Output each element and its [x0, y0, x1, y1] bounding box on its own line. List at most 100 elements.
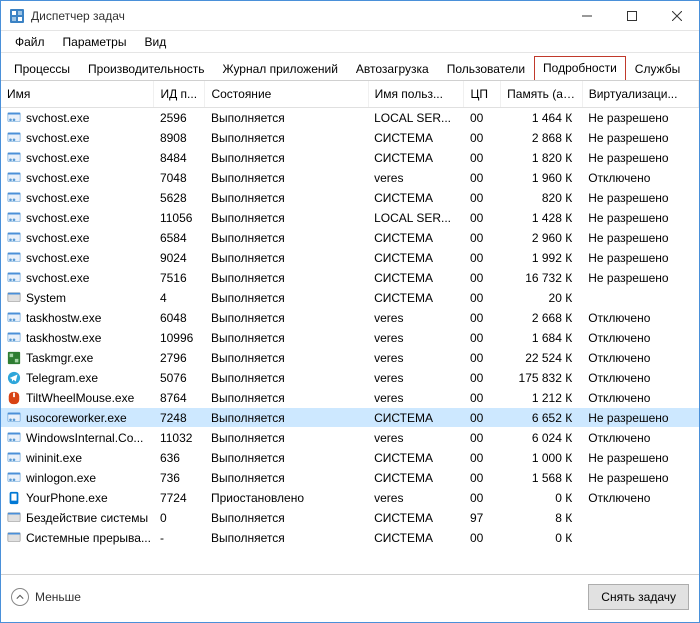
menu-view[interactable]: Вид [136, 33, 174, 51]
cell-user: LOCAL SER... [368, 108, 464, 128]
process-name: svchost.exe [26, 171, 89, 185]
fewer-details-button[interactable]: Меньше [11, 588, 81, 606]
cell-virt: Отключено [582, 168, 698, 188]
cell-state: Выполняется [205, 248, 368, 268]
process-icon [7, 451, 21, 465]
end-task-button[interactable]: Снять задачу [588, 584, 689, 610]
cell-virt: Не разрешено [582, 448, 698, 468]
process-name: svchost.exe [26, 151, 89, 165]
table-row[interactable]: svchost.exe5628ВыполняетсяСИСТЕМА00820 К… [1, 188, 699, 208]
cell-pid: 736 [154, 468, 205, 488]
cell-mem: 0 К [501, 528, 583, 548]
tab-services[interactable]: Службы [626, 57, 689, 81]
cell-cpu: 00 [464, 408, 501, 428]
cell-virt: Не разрешено [582, 268, 698, 288]
tab-strip: Процессы Производительность Журнал прило… [1, 53, 699, 81]
cell-mem: 2 960 К [501, 228, 583, 248]
col-mem[interactable]: Память (ак... [501, 81, 583, 108]
cell-pid: 7724 [154, 488, 205, 508]
table-row[interactable]: Telegram.exe5076Выполняетсяveres00175 83… [1, 368, 699, 388]
cell-cpu: 00 [464, 188, 501, 208]
cell-cpu: 00 [464, 348, 501, 368]
process-name: svchost.exe [26, 111, 89, 125]
cell-pid: 2596 [154, 108, 205, 128]
process-name: winlogon.exe [26, 471, 96, 485]
cell-virt: Не разрешено [582, 108, 698, 128]
cell-user: СИСТЕМА [368, 268, 464, 288]
menubar: Файл Параметры Вид [1, 31, 699, 53]
col-pid[interactable]: ИД п... [154, 81, 205, 108]
cell-cpu: 00 [464, 428, 501, 448]
process-icon [7, 271, 21, 285]
process-icon [7, 531, 21, 545]
cell-state: Выполняется [205, 428, 368, 448]
process-icon [7, 151, 21, 165]
table-row[interactable]: svchost.exe7516ВыполняетсяСИСТЕМА0016 73… [1, 268, 699, 288]
cell-mem: 820 К [501, 188, 583, 208]
cell-cpu: 00 [464, 448, 501, 468]
cell-state: Выполняется [205, 328, 368, 348]
table-row[interactable]: svchost.exe9024ВыполняетсяСИСТЕМА001 992… [1, 248, 699, 268]
window-controls [564, 1, 699, 30]
col-state[interactable]: Состояние [205, 81, 368, 108]
table-row[interactable]: Taskmgr.exe2796Выполняетсяveres0022 524 … [1, 348, 699, 368]
cell-state: Выполняется [205, 108, 368, 128]
table-row[interactable]: taskhostw.exe6048Выполняетсяveres002 668… [1, 308, 699, 328]
table-row[interactable]: svchost.exe6584ВыполняетсяСИСТЕМА002 960… [1, 228, 699, 248]
process-name: Telegram.exe [26, 371, 98, 385]
cell-pid: 6048 [154, 308, 205, 328]
tab-users[interactable]: Пользователи [438, 57, 534, 81]
cell-virt: Не разрешено [582, 188, 698, 208]
maximize-button[interactable] [609, 1, 654, 31]
table-row[interactable]: svchost.exe8908ВыполняетсяСИСТЕМА002 868… [1, 128, 699, 148]
cell-state: Выполняется [205, 188, 368, 208]
cell-state: Выполняется [205, 348, 368, 368]
cell-user: veres [368, 488, 464, 508]
cell-mem: 16 732 К [501, 268, 583, 288]
process-name: svchost.exe [26, 251, 89, 265]
table-row[interactable]: svchost.exe2596ВыполняетсяLOCAL SER...00… [1, 108, 699, 128]
cell-pid: 2796 [154, 348, 205, 368]
table-row[interactable]: winlogon.exe736ВыполняетсяСИСТЕМА001 568… [1, 468, 699, 488]
menu-options[interactable]: Параметры [55, 33, 135, 51]
cell-mem: 6 024 К [501, 428, 583, 448]
cell-cpu: 00 [464, 248, 501, 268]
close-button[interactable] [654, 1, 699, 31]
table-row[interactable]: wininit.exe636ВыполняетсяСИСТЕМА001 000 … [1, 448, 699, 468]
table-row[interactable]: YourPhone.exe7724Приостановленоveres000 … [1, 488, 699, 508]
cell-state: Выполняется [205, 448, 368, 468]
cell-mem: 1 992 К [501, 248, 583, 268]
cell-state: Выполняется [205, 368, 368, 388]
tab-processes[interactable]: Процессы [5, 57, 79, 81]
table-row[interactable]: svchost.exe11056ВыполняетсяLOCAL SER...0… [1, 208, 699, 228]
cell-pid: 636 [154, 448, 205, 468]
tab-app-history[interactable]: Журнал приложений [214, 57, 347, 81]
table-row[interactable]: svchost.exe8484ВыполняетсяСИСТЕМА001 820… [1, 148, 699, 168]
table-row[interactable]: WindowsInternal.Co...11032Выполняетсяver… [1, 428, 699, 448]
table-row[interactable]: svchost.exe7048Выполняетсяveres001 960 К… [1, 168, 699, 188]
process-name: taskhostw.exe [26, 331, 101, 345]
col-virt[interactable]: Виртуализаци... [582, 81, 698, 108]
table-row[interactable]: TiltWheelMouse.exe8764Выполняетсяveres00… [1, 388, 699, 408]
fewer-details-label: Меньше [35, 590, 81, 604]
table-row[interactable]: usocoreworker.exe7248ВыполняетсяСИСТЕМА0… [1, 408, 699, 428]
col-cpu[interactable]: ЦП [464, 81, 501, 108]
col-name[interactable]: Имя [1, 81, 154, 108]
menu-file[interactable]: Файл [7, 33, 53, 51]
tab-performance[interactable]: Производительность [79, 57, 213, 81]
table-row[interactable]: taskhostw.exe10996Выполняетсяveres001 68… [1, 328, 699, 348]
process-icon [7, 371, 21, 385]
cell-user: veres [368, 168, 464, 188]
window-title: Диспетчер задач [31, 9, 564, 23]
tab-startup[interactable]: Автозагрузка [347, 57, 438, 81]
table-row[interactable]: Системные прерыва...-ВыполняетсяСИСТЕМА0… [1, 528, 699, 548]
table-row[interactable]: Бездействие системы0ВыполняетсяСИСТЕМА97… [1, 508, 699, 528]
cell-state: Выполняется [205, 408, 368, 428]
table-row[interactable]: System4ВыполняетсяСИСТЕМА0020 К [1, 288, 699, 308]
minimize-button[interactable] [564, 1, 609, 31]
tab-details[interactable]: Подробности [534, 56, 626, 81]
cell-pid: 7048 [154, 168, 205, 188]
process-table-wrap: Имя ИД п... Состояние Имя польз... ЦП Па… [1, 81, 699, 575]
process-icon [7, 311, 21, 325]
col-user[interactable]: Имя польз... [368, 81, 464, 108]
